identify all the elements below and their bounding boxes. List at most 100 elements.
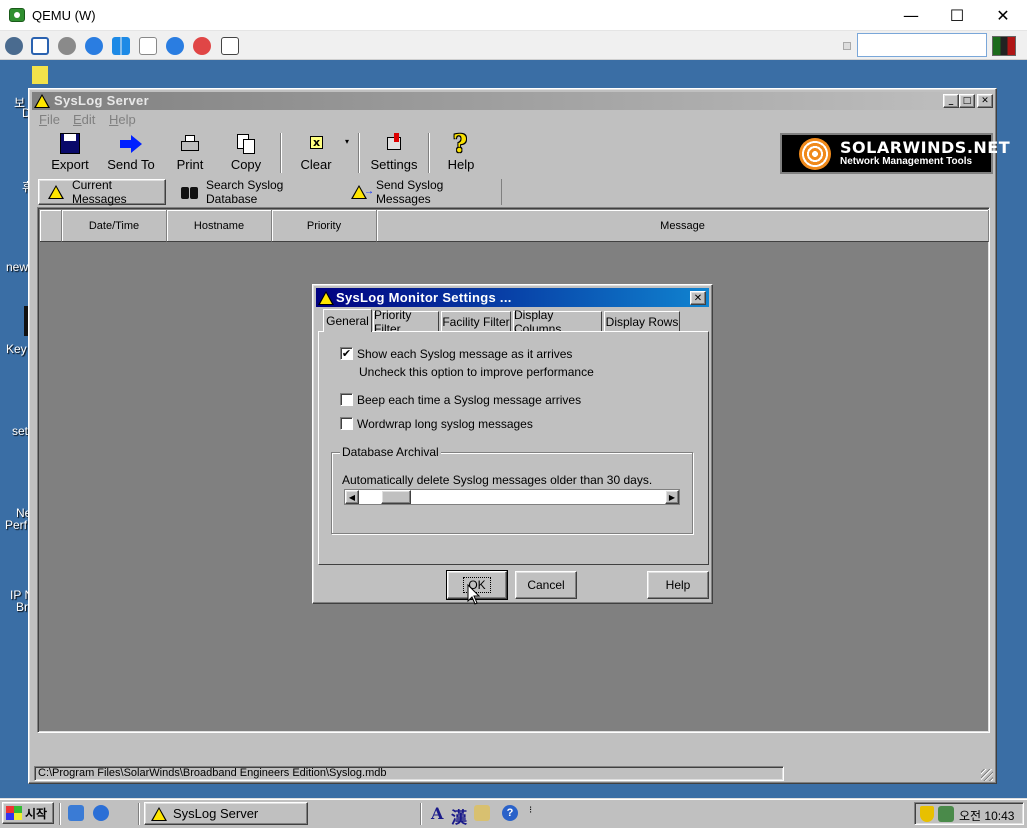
wordwrap-label: Wordwrap long syslog messages xyxy=(357,417,533,431)
database-path: C:\Program Files\SolarWinds\Broadband En… xyxy=(34,766,784,781)
show-each-checkbox[interactable]: ✔ xyxy=(340,347,353,360)
windows-icon[interactable] xyxy=(112,37,130,55)
ime-options-icon[interactable]: ⁝ xyxy=(529,805,532,816)
clear-dropdown-icon[interactable]: ▾ xyxy=(345,137,349,146)
syslog-maximize-button[interactable]: □ xyxy=(959,94,975,108)
dialog-help-button[interactable]: Help xyxy=(647,571,709,599)
beep-label: Beep each time a Syslog message arrives xyxy=(357,393,582,407)
menu-file[interactable]: File xyxy=(39,112,60,127)
tab-send-syslog-messages[interactable]: → Send Syslog Messages xyxy=(342,178,502,206)
database-archival-group: Database Archival Automatically delete S… xyxy=(331,445,693,534)
tab-priority-filter[interactable]: Priority Filter xyxy=(373,308,439,336)
help-button[interactable]: ? Help xyxy=(444,129,478,175)
desktop-label-3: new xyxy=(6,260,29,274)
show-each-label: Show each Syslog message as it arrives xyxy=(357,347,573,361)
windows-flag-icon xyxy=(6,806,22,820)
resize-grip-icon[interactable] xyxy=(981,769,993,781)
arrow-right-icon xyxy=(119,133,143,155)
desktop-label-5: set xyxy=(12,424,29,438)
internet-explorer-icon[interactable] xyxy=(93,805,109,821)
clock[interactable]: 오전 10:43 xyxy=(959,807,1014,824)
syslog-close-button[interactable]: ✕ xyxy=(977,94,993,108)
clear-button[interactable]: x Clear xyxy=(296,133,336,175)
performance-hint: Uncheck this option to improve performan… xyxy=(359,365,594,379)
settings-icon xyxy=(382,133,406,155)
clear-icon: x xyxy=(304,133,328,155)
tab-display-columns[interactable]: Display Columns xyxy=(513,308,602,336)
cancel-button[interactable]: Cancel xyxy=(515,571,577,599)
refresh-icon[interactable] xyxy=(85,37,103,55)
qemu-minimize-button[interactable]: — xyxy=(888,0,934,31)
wordwrap-checkbox[interactable] xyxy=(340,417,353,430)
qemu-search-input[interactable] xyxy=(857,33,987,57)
syslog-monitor-settings-dialog: SysLog Monitor Settings ... ✕ General Pr… xyxy=(312,284,713,604)
taskbar: 시작 SysLog Server A 漢 ? ⁝ 오전 10:43 xyxy=(0,798,1027,828)
help-desktop-icon[interactable] xyxy=(32,66,48,84)
question-mark-icon: ? xyxy=(453,129,468,158)
taskbar-separator xyxy=(59,803,61,825)
mouse-cursor-icon xyxy=(467,584,481,605)
taskbar-syslog-server[interactable]: SysLog Server xyxy=(144,802,308,825)
syslog-minimize-button[interactable]: _ xyxy=(943,94,959,108)
network-tray-icon[interactable] xyxy=(938,806,954,822)
syslog-tabs: Current Messages Search Syslog Database … xyxy=(32,177,993,206)
print-button[interactable]: Print xyxy=(172,133,208,175)
ime-help-icon[interactable]: ? xyxy=(502,805,518,821)
dialog-close-button[interactable]: ✕ xyxy=(690,291,706,305)
tab-search-syslog-database[interactable]: Search Syslog Database xyxy=(172,178,338,206)
toolbar-indicator-icon xyxy=(843,42,851,50)
taskbar-separator xyxy=(138,803,140,825)
export-button[interactable]: Export xyxy=(50,133,90,175)
taskbar-warning-icon xyxy=(151,806,167,821)
beep-checkbox[interactable] xyxy=(340,393,353,406)
qemu-window-title: QEMU (W) xyxy=(32,8,96,23)
column-header-hostname[interactable]: Hostname xyxy=(167,210,272,242)
tab-general[interactable]: General xyxy=(323,309,372,332)
syslog-titlebar[interactable]: SysLog Server _ □ ✕ xyxy=(32,92,993,110)
archival-description: Automatically delete Syslog messages old… xyxy=(342,473,653,487)
menu-help[interactable]: Help xyxy=(109,112,136,127)
info-icon[interactable] xyxy=(166,37,184,55)
security-shield-icon[interactable] xyxy=(920,806,934,822)
syslog-menubar: File Edit Help xyxy=(32,110,993,129)
tab-display-rows[interactable]: Display Rows xyxy=(604,311,680,331)
copy-button[interactable]: Copy xyxy=(228,133,264,175)
column-header-datetime[interactable]: Date/Time xyxy=(62,210,167,242)
settings-button[interactable]: Settings xyxy=(370,133,418,175)
ime-tool-icon[interactable] xyxy=(474,805,490,821)
gear-icon[interactable] xyxy=(58,37,76,55)
column-header-message[interactable]: Message xyxy=(377,210,989,242)
system-tray: 오전 10:43 xyxy=(914,802,1024,825)
tab-facility-filter[interactable]: Facility Filter xyxy=(441,311,511,331)
slider-right-arrow-icon[interactable]: ▶ xyxy=(665,490,679,504)
qemu-maximize-button[interactable]: ☐ xyxy=(934,0,980,31)
menu-edit[interactable]: Edit xyxy=(73,112,95,127)
syslog-warning-icon xyxy=(34,94,50,108)
desktop-label-4: Key xyxy=(6,342,27,356)
solarwinds-logo: SOLARWINDS.NET Network Management Tools xyxy=(780,133,1010,174)
status-color-icon[interactable] xyxy=(992,36,1016,56)
slider-left-arrow-icon[interactable]: ◀ xyxy=(345,490,359,504)
archival-days-slider[interactable]: ◀ ▶ xyxy=(344,489,680,505)
desktop-label-7: Perf xyxy=(5,518,28,532)
copy-icon xyxy=(234,133,258,155)
slider-thumb[interactable] xyxy=(381,490,411,504)
fullscreen-icon[interactable] xyxy=(31,37,49,55)
general-tab-panel: ✔ Show each Syslog message as it arrives… xyxy=(318,331,709,565)
binoculars-icon xyxy=(180,184,200,200)
ime-alpha-icon[interactable]: A xyxy=(431,804,443,823)
start-button[interactable]: 시작 xyxy=(2,802,54,824)
quicklaunch-desktop-icon[interactable] xyxy=(68,805,84,821)
dialog-titlebar[interactable]: SysLog Monitor Settings ... ✕ xyxy=(316,288,709,307)
download-icon[interactable] xyxy=(221,37,239,55)
tab-current-messages[interactable]: Current Messages xyxy=(38,178,166,206)
stop-icon[interactable] xyxy=(193,37,211,55)
ime-hanja-icon[interactable]: 漢 xyxy=(451,804,467,828)
printer-icon xyxy=(178,133,202,155)
qemu-close-button[interactable]: ✕ xyxy=(980,0,1026,31)
send-to-button[interactable]: Send To xyxy=(105,133,157,175)
qemu-titlebar: QEMU (W) — ☐ ✕ xyxy=(0,0,1027,31)
document-icon[interactable] xyxy=(139,37,157,55)
network-icon[interactable] xyxy=(5,37,23,55)
column-header-priority[interactable]: Priority xyxy=(272,210,377,242)
